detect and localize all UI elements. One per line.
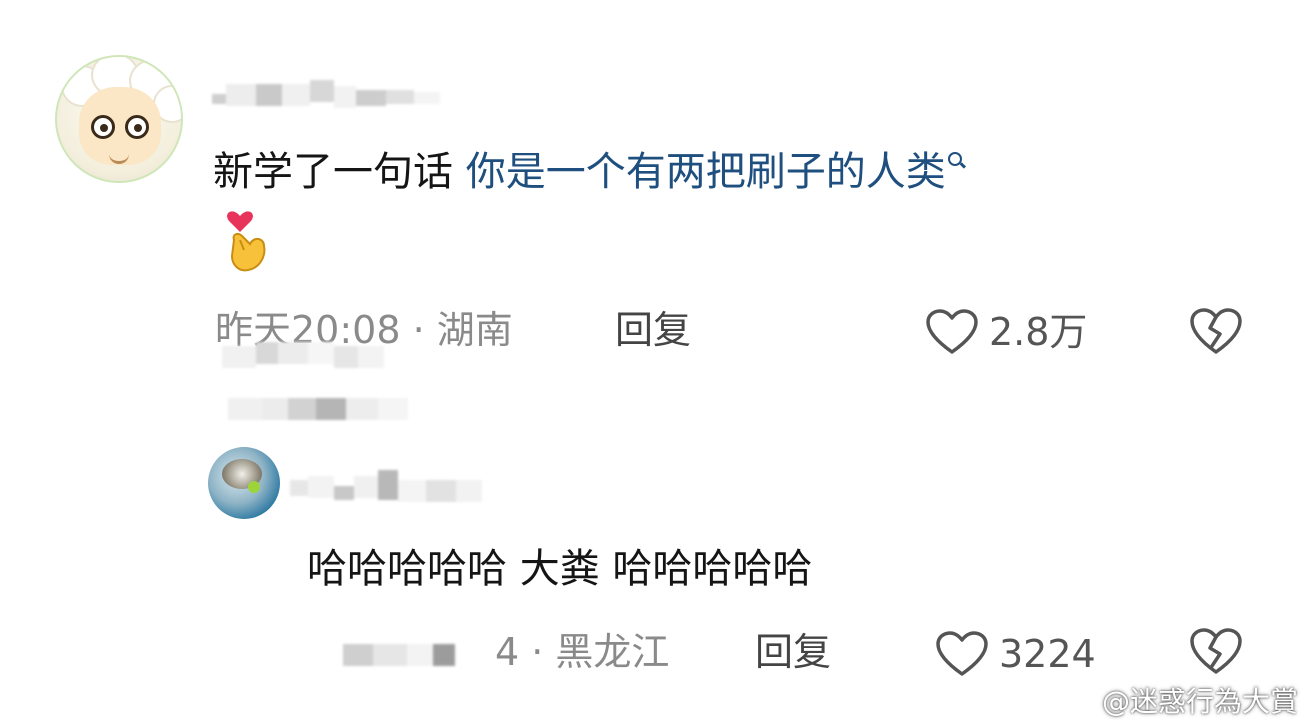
avatar[interactable] <box>55 55 183 183</box>
avatar[interactable] <box>208 447 280 519</box>
watermark-text: @迷惑行為大賞 <box>1101 685 1298 718</box>
reply-text: 哈哈哈哈哈 大粪 哈哈哈哈哈 <box>307 546 813 592</box>
reply-meta: 4 · 黑龙江 <box>495 630 670 674</box>
like-button[interactable]: 3224 <box>935 630 1096 678</box>
reply-button[interactable]: 回复 <box>755 630 831 674</box>
broken-heart-icon[interactable] <box>1188 306 1244 360</box>
heart-icon[interactable] <box>935 630 989 678</box>
heart-icon[interactable] <box>925 308 979 356</box>
finger-heart-emoji <box>222 206 272 276</box>
hashtag-link[interactable]: 你是一个有两把刷子的人类 <box>466 149 946 195</box>
reply-button[interactable]: 回复 <box>615 308 691 352</box>
weibo-logo-icon <box>1062 691 1095 715</box>
like-count: 3224 <box>999 632 1096 676</box>
username-blurred[interactable] <box>212 80 440 108</box>
blurred-region <box>228 398 408 420</box>
search-icon[interactable] <box>946 150 968 172</box>
like-count: 2.8万 <box>989 310 1088 354</box>
comment-plain-text: 新学了一句话 <box>213 149 466 195</box>
blurred-region <box>222 340 384 368</box>
like-button[interactable]: 2.8万 <box>925 308 1087 356</box>
blurred-region <box>343 644 455 666</box>
username-blurred[interactable] <box>290 470 482 502</box>
comment-text: 新学了一句话 你是一个有两把刷子的人类 <box>213 148 968 196</box>
broken-heart-icon[interactable] <box>1188 626 1244 680</box>
watermark: @迷惑行為大賞 <box>1062 685 1298 719</box>
